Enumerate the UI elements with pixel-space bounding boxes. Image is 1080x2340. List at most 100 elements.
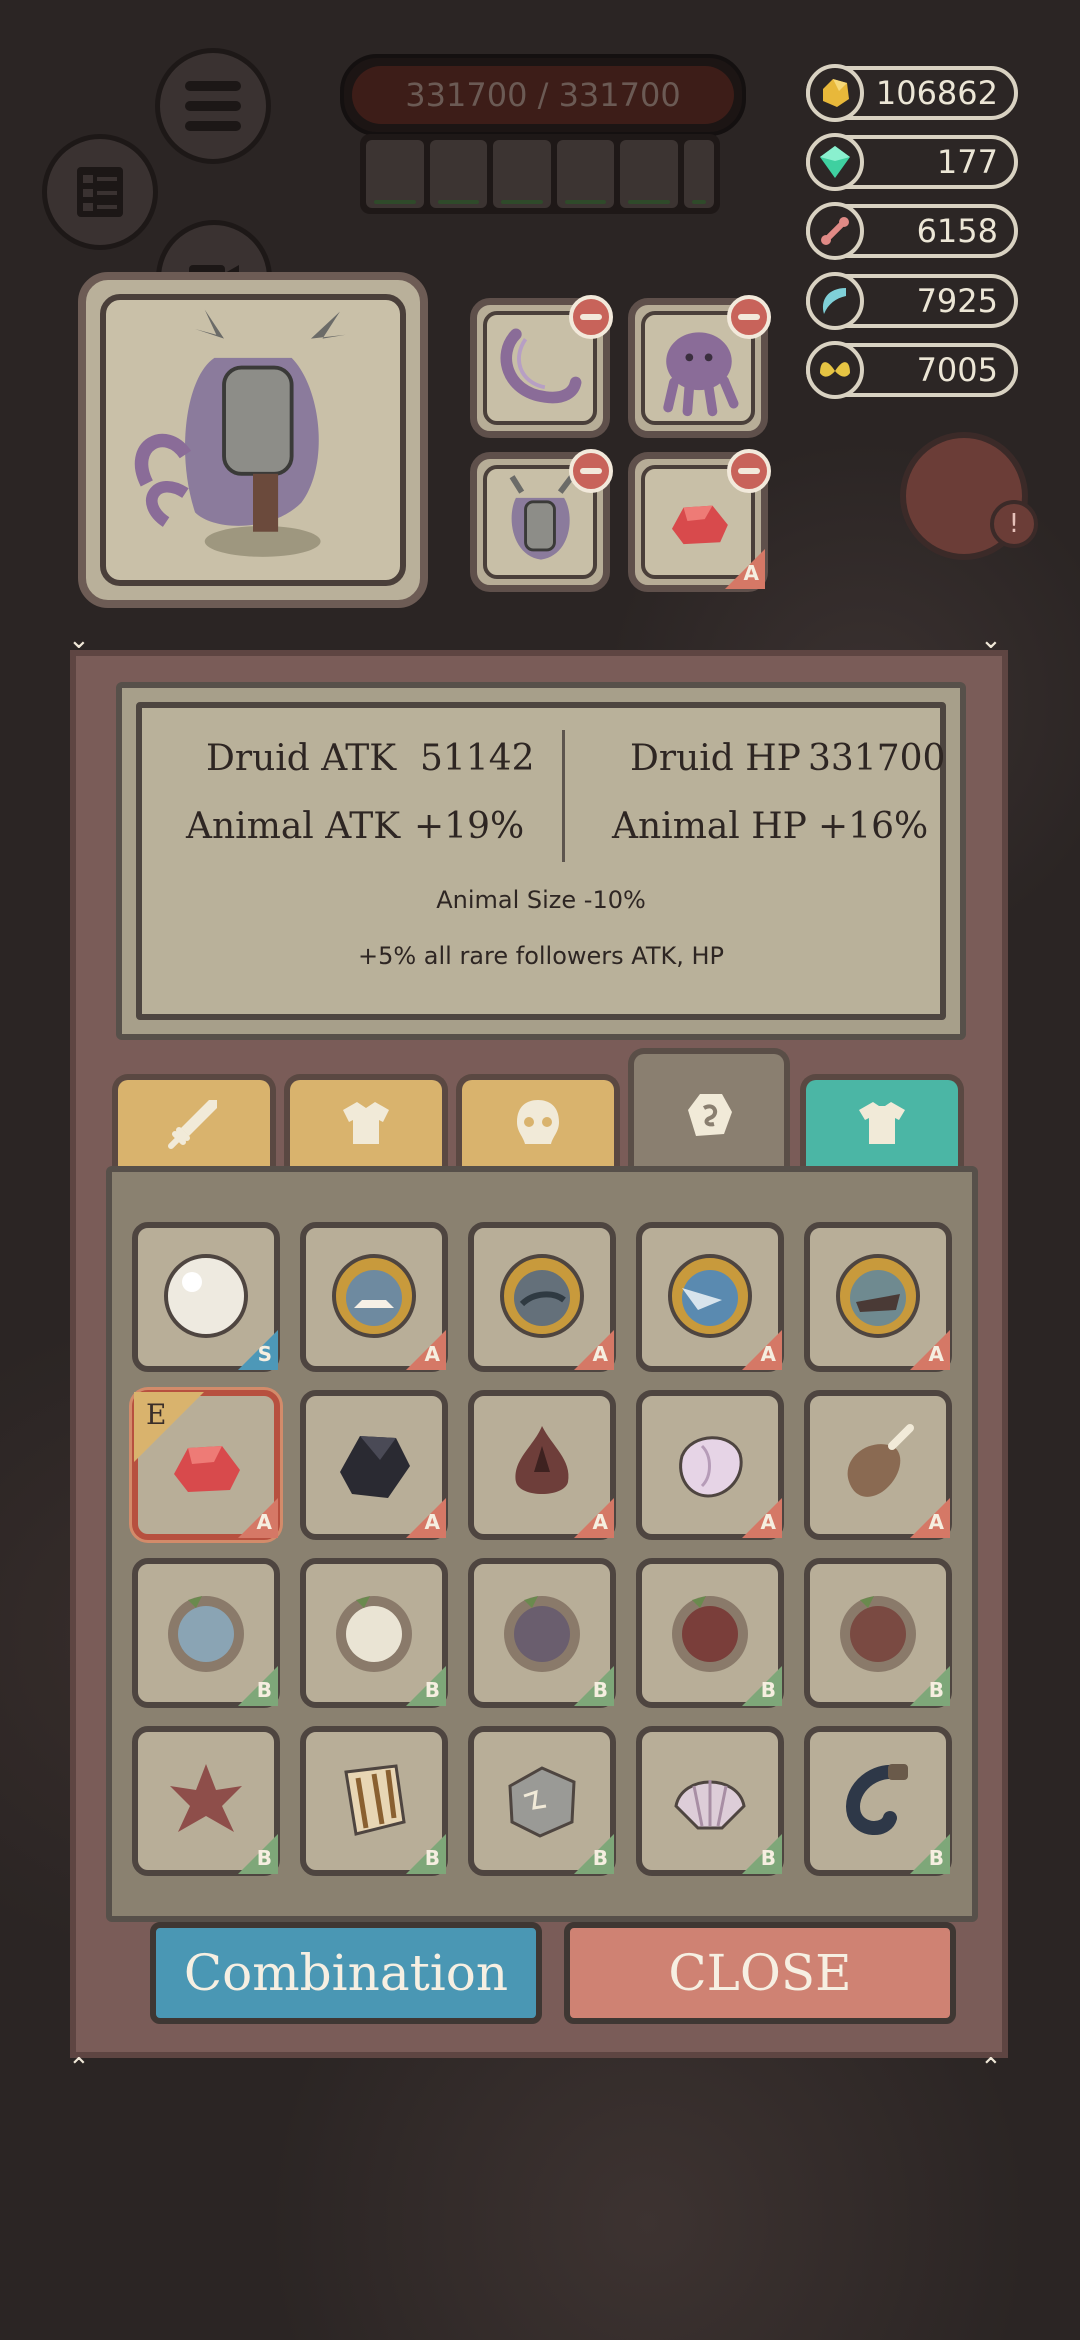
druid-portrait — [78, 272, 428, 608]
grade-label: B — [928, 1678, 944, 1702]
item-black-stone[interactable]: A — [300, 1390, 448, 1540]
corner-chevron-icon: ⌄ — [68, 625, 90, 655]
grade-label: S — [257, 1342, 272, 1366]
grade-label: B — [256, 1846, 272, 1870]
grade-label: A — [424, 1342, 440, 1366]
druid-character-icon — [134, 309, 346, 557]
hp-text: 331700 / 331700 — [405, 76, 681, 114]
equip-slot-octopus[interactable] — [628, 295, 771, 438]
grade-label: A — [760, 1510, 776, 1534]
tab-armor[interactable] — [284, 1074, 448, 1166]
tab-skin[interactable] — [800, 1074, 964, 1166]
item-fish-amulet[interactable]: A — [468, 1222, 616, 1372]
equip-slot-red-gem[interactable]: A — [628, 449, 771, 592]
item-meat-chunk[interactable]: A — [804, 1390, 952, 1540]
fang-value: 7925 — [916, 282, 998, 320]
tab-stone[interactable] — [628, 1048, 790, 1176]
item-carved-stone[interactable]: B — [468, 1726, 616, 1876]
boss-portrait[interactable] — [366, 140, 424, 208]
equipped-flag — [134, 1392, 204, 1462]
resource-bone[interactable]: 6158 — [806, 202, 1018, 260]
grade-label: B — [592, 1678, 608, 1702]
item-fire-crystal[interactable]: A — [468, 1390, 616, 1540]
item-horn-hook[interactable]: B — [804, 1726, 952, 1876]
gold-nugget-icon — [806, 64, 864, 122]
resource-gold[interactable]: 106862 — [806, 64, 1018, 122]
item-shark-amulet[interactable]: A — [300, 1222, 448, 1372]
grade-label: A — [928, 1342, 944, 1366]
boss-portrait[interactable] — [493, 140, 551, 208]
menu-button[interactable] — [155, 48, 271, 164]
boss-portrait[interactable] — [429, 140, 488, 208]
skull-icon — [517, 1100, 559, 1144]
remove-icon[interactable] — [727, 295, 771, 339]
item-bark-scroll[interactable]: B — [300, 1726, 448, 1876]
grade-label: B — [424, 1678, 440, 1702]
inventory-panel: ⌄ ⌄ ⌃ ⌃ Druid ATK 51142 Druid HP 331700 … — [68, 627, 1008, 2081]
boss-portrait[interactable] — [620, 140, 678, 208]
item-blue-wreath[interactable]: B — [132, 1558, 280, 1708]
stats-divider — [562, 730, 565, 862]
druid-atk-value: 51142 — [420, 738, 535, 779]
hamburger-icon — [185, 76, 241, 136]
resource-gem[interactable]: 177 — [806, 133, 1018, 191]
grade-label: A — [424, 1510, 440, 1534]
boss-portrait[interactable] — [556, 140, 615, 208]
equip-slot-druid[interactable] — [470, 449, 613, 592]
grade-label: A — [592, 1342, 608, 1366]
hp-bar: 331700 / 331700 — [340, 54, 746, 136]
armor-icon — [343, 1102, 389, 1144]
item-white-wreath[interactable]: B — [300, 1558, 448, 1708]
grade-label: B — [760, 1846, 776, 1870]
grade-label: A — [256, 1510, 272, 1534]
item-dino-amulet[interactable]: A — [804, 1222, 952, 1372]
equip-slot-tentacle[interactable] — [470, 295, 613, 438]
item-pink-shell[interactable]: A — [636, 1390, 784, 1540]
animal-size-text: Animal Size -10% — [436, 886, 646, 914]
item-red-gem[interactable]: E A — [132, 1390, 280, 1540]
animal-hp-label: Animal HP — [612, 806, 807, 847]
corner-chevron-icon: ⌄ — [980, 625, 1002, 655]
animal-atk-label: Animal ATK — [186, 806, 401, 847]
grade-label: A — [760, 1342, 776, 1366]
grade-label: B — [424, 1846, 440, 1870]
grade-label: A — [743, 561, 759, 585]
item-red-leaf[interactable]: B — [132, 1726, 280, 1876]
gem-value: 177 — [936, 143, 998, 181]
tab-skull[interactable] — [456, 1074, 620, 1166]
item-purple-wreath[interactable]: B — [468, 1558, 616, 1708]
remove-icon[interactable] — [569, 295, 613, 339]
stone-icon — [688, 1094, 732, 1136]
combination-button[interactable]: Combination — [150, 1922, 542, 2024]
item-red-wreath[interactable]: B — [636, 1558, 784, 1708]
grade-label: B — [760, 1678, 776, 1702]
corner-chevron-icon: ⌃ — [980, 2053, 1002, 2083]
corner-chevron-icon: ⌃ — [68, 2053, 90, 2083]
animal-atk-value: +19% — [414, 806, 525, 847]
boss-portrait[interactable] — [683, 140, 714, 208]
resource-fang[interactable]: 7925 — [806, 272, 1018, 330]
sword-icon — [168, 1100, 217, 1149]
item-marlin-amulet[interactable]: A — [636, 1222, 784, 1372]
shirt-icon — [859, 1102, 905, 1144]
item-scallop-shell[interactable]: B — [636, 1726, 784, 1876]
grade-label: B — [928, 1846, 944, 1870]
stats-box: Druid ATK 51142 Druid HP 331700 Animal A… — [116, 682, 966, 1040]
bone-icon — [806, 202, 864, 260]
remove-icon[interactable] — [569, 449, 613, 493]
gold-value: 106862 — [875, 74, 998, 112]
item-brown-wreath[interactable]: B — [804, 1558, 952, 1708]
close-button[interactable]: CLOSE — [564, 1922, 956, 2024]
druid-hp-label: Druid HP — [630, 738, 801, 779]
druid-hp-value: 331700 — [808, 738, 946, 779]
tab-weapon[interactable] — [112, 1074, 276, 1166]
rare-followers-text: +5% all rare followers ATK, HP — [357, 942, 725, 970]
animal-hp-value: +16% — [818, 806, 929, 847]
gem-icon — [806, 133, 864, 191]
resource-wing[interactable]: 7005 — [806, 341, 1018, 399]
item-pearl[interactable]: S — [132, 1222, 280, 1372]
grade-label: A — [592, 1510, 608, 1534]
wing-icon — [806, 341, 864, 399]
remove-icon[interactable] — [727, 449, 771, 493]
quest-button[interactable] — [42, 134, 158, 250]
